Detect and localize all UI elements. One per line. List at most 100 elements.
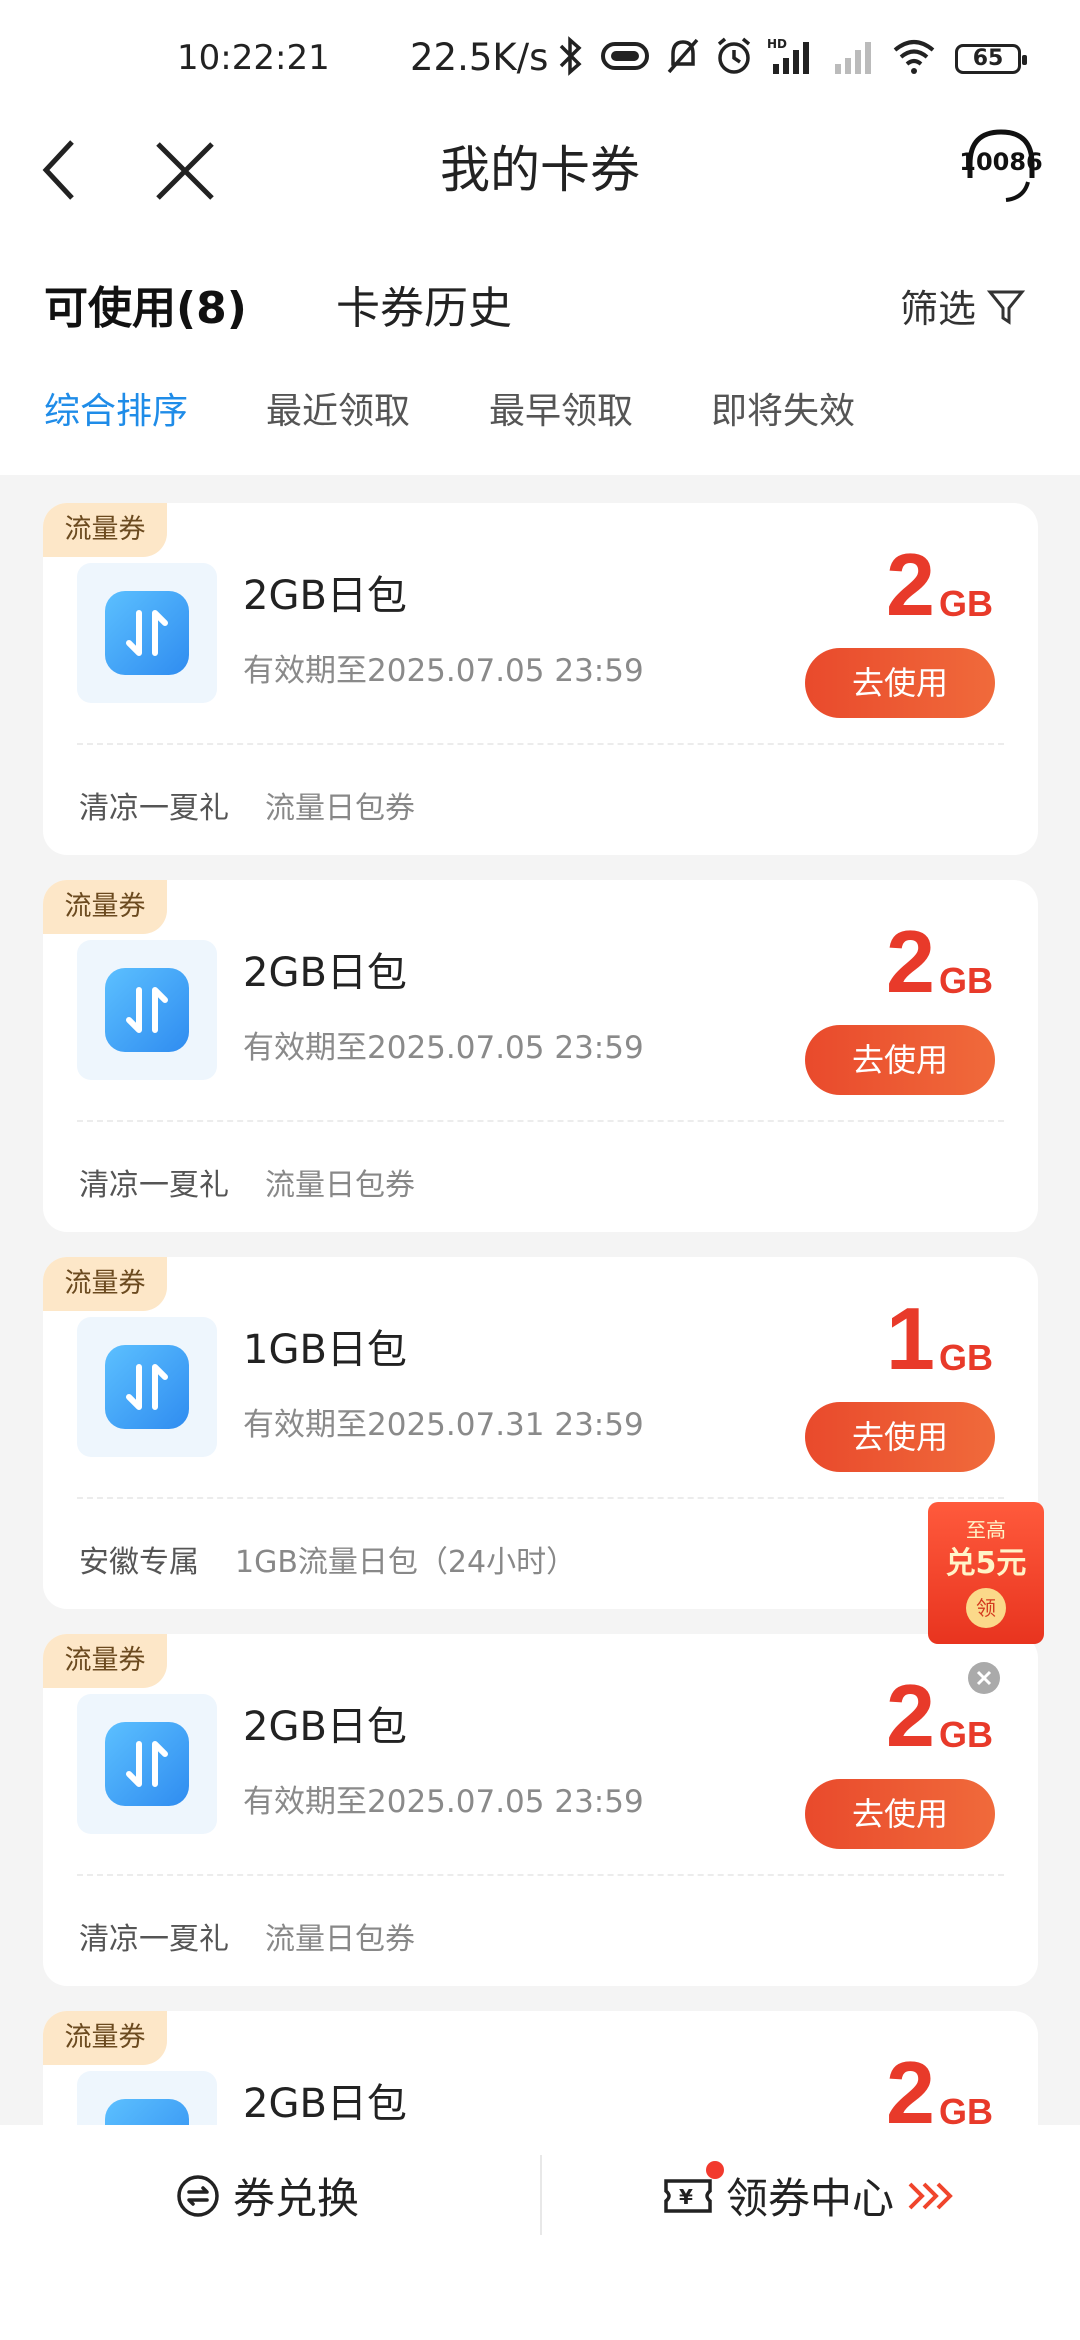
coupon-amount: 2 GB [886, 541, 993, 629]
amount-number: 1 [886, 1289, 935, 1388]
sort-comprehensive[interactable]: 综合排序 [44, 382, 188, 434]
card-divider [77, 1874, 1004, 1876]
sort-earliest[interactable]: 最早领取 [489, 382, 633, 434]
data-transfer-icon [105, 2099, 189, 2125]
chevrons-right-icon [908, 2182, 953, 2209]
data-transfer-icon [105, 968, 189, 1052]
use-button[interactable]: 去使用 [805, 1402, 995, 1472]
vibrate-icon [601, 42, 649, 70]
card-divider [77, 1120, 1004, 1122]
status-icons: HD [555, 34, 937, 78]
promo-main-text: 兑5元 [945, 1546, 1027, 1581]
coupon-title: 2GB日包 [243, 1704, 407, 1750]
sort-expiring[interactable]: 即将失效 [711, 382, 855, 434]
coupon-validity: 有效期至2025.07.05 23:59 [243, 1784, 644, 1820]
coupon-list[interactable]: 流量券 2GB日包 有效期至2025.07.05 23:59 2 GB 去使用 … [0, 475, 1080, 2125]
amount-unit: GB [939, 2091, 993, 2125]
coupon-icon-box [77, 2071, 217, 2125]
promo-close-button[interactable] [968, 1662, 1000, 1694]
use-button[interactable]: 去使用 [805, 1779, 995, 1849]
status-time: 10:22:21 [177, 38, 330, 78]
coupon-card: 流量券 2GB日包 有效期至2025.07.05 23:59 2 GB 去使用 … [43, 503, 1038, 855]
signal-weak-icon [835, 42, 871, 74]
promo-badge: 领 [966, 1588, 1006, 1628]
coupon-type: 流量日包券 [265, 1168, 415, 1203]
use-button[interactable]: 去使用 [805, 1025, 995, 1095]
promo-redpacket[interactable]: 至高 兑5元 领 [928, 1502, 1044, 1644]
coupon-icon-box [77, 1317, 217, 1457]
coupon-card: 流量券 2GB日包 2 GB [43, 2011, 1038, 2125]
filter-button[interactable]: 筛选 [900, 278, 1026, 333]
coupon-tag: 流量券 [43, 2011, 167, 2065]
coupon-tag: 流量券 [43, 1634, 167, 1688]
bottom-bar: 券兑换 ¥ 领券中心 [0, 2125, 1080, 2340]
page-title: 我的卡券 [440, 141, 640, 199]
bluetooth-icon [559, 36, 582, 76]
coupon-footer: 清凉一夏礼 流量日包券 [79, 1914, 415, 1958]
bell-off-icon [667, 38, 699, 74]
coupon-title: 2GB日包 [243, 2081, 407, 2125]
network-speed: 22.5K/s [410, 36, 549, 79]
amount-unit: GB [939, 583, 993, 624]
sort-row: 综合排序 最近领取 最早领取 即将失效 [0, 360, 1080, 475]
coupon-tag: 流量券 [43, 1257, 167, 1311]
coupon-title: 2GB日包 [243, 573, 407, 619]
coupon-center-button[interactable]: ¥ 领券中心 [662, 2165, 956, 2226]
svg-text:¥: ¥ [679, 2185, 693, 2209]
coupon-title: 2GB日包 [243, 950, 407, 996]
coupon-title: 1GB日包 [243, 1327, 407, 1373]
coupon-type: 流量日包券 [265, 791, 415, 826]
battery-indicator: 65 [955, 44, 1027, 74]
amount-unit: GB [939, 1337, 993, 1378]
coupon-tag: 流量券 [43, 503, 167, 557]
coupon-campaign: 清凉一夏礼 [79, 1922, 229, 1957]
exchange-button[interactable]: 券兑换 [175, 2165, 359, 2226]
signal-hd-icon: HD [767, 37, 809, 74]
bottom-divider [540, 2155, 542, 2235]
coupon-campaign: 安徽专属 [79, 1545, 199, 1580]
card-divider [77, 1497, 1004, 1499]
coupon-footer: 安徽专属 1GB流量日包（24小时） [79, 1537, 576, 1581]
amount-unit: GB [939, 960, 993, 1001]
coupon-icon-box [77, 563, 217, 703]
coupon-amount: 1 GB [886, 1295, 993, 1383]
filter-label: 筛选 [900, 287, 977, 331]
customer-service-button[interactable]: 10086 [958, 120, 1044, 216]
data-transfer-icon [105, 1345, 189, 1429]
amount-unit: GB [939, 1714, 993, 1755]
amount-number: 2 [886, 535, 935, 634]
coupon-amount: 2 GB [886, 2049, 993, 2126]
filter-icon [986, 290, 1026, 325]
sort-recent[interactable]: 最近领取 [266, 382, 410, 434]
coupon-card: 流量券 2GB日包 有效期至2025.07.05 23:59 2 GB 去使用 … [43, 1634, 1038, 1986]
coupon-card: 流量券 2GB日包 有效期至2025.07.05 23:59 2 GB 去使用 … [43, 880, 1038, 1232]
amount-number: 2 [886, 1666, 935, 1765]
coupon-campaign: 清凉一夏礼 [79, 1168, 229, 1203]
coupon-card: 流量券 1GB日包 有效期至2025.07.31 23:59 1 GB 去使用 … [43, 1257, 1038, 1609]
data-transfer-icon [105, 1722, 189, 1806]
coupon-icon-box [77, 940, 217, 1080]
card-divider [77, 743, 1004, 745]
ticket-icon: ¥ [664, 2178, 712, 2213]
use-button[interactable]: 去使用 [805, 648, 995, 718]
coupon-type: 1GB流量日包（24小时） [235, 1545, 577, 1580]
status-bar: 10:22:21 22.5K/s HD 65 [0, 0, 1080, 120]
alarm-icon [717, 37, 751, 74]
coupon-center-label: 领券中心 [726, 2174, 895, 2223]
coupon-type: 流量日包券 [265, 1922, 415, 1957]
tab-history[interactable]: 卡券历史 [336, 272, 512, 336]
service-number: 10086 [959, 148, 1043, 176]
coupon-footer: 清凉一夏礼 流量日包券 [79, 783, 415, 827]
coupon-icon-box [77, 1694, 217, 1834]
wifi-icon [893, 40, 935, 74]
svg-text:HD: HD [767, 37, 787, 51]
coupon-validity: 有效期至2025.07.05 23:59 [243, 653, 644, 689]
coupon-tag: 流量券 [43, 880, 167, 934]
exchange-label: 券兑换 [233, 2174, 360, 2223]
data-transfer-icon [105, 591, 189, 675]
amount-number: 2 [886, 912, 935, 1011]
close-icon [976, 1670, 992, 1686]
coupon-amount: 2 GB [886, 918, 993, 1006]
main-tabs: 可使用(8) 卡券历史 筛选 [0, 260, 1080, 360]
tab-available[interactable]: 可使用(8) [44, 272, 247, 336]
